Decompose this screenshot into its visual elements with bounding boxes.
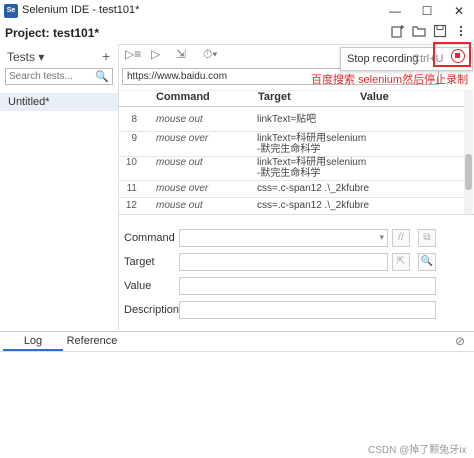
column-header-command: Command xyxy=(156,91,210,103)
maximize-button[interactable]: ☐ xyxy=(412,0,442,22)
window-title: Selenium IDE - test101* xyxy=(22,4,140,16)
stop-icon xyxy=(455,53,460,58)
selenium-app-icon: Se xyxy=(4,4,18,18)
row-target: css=.c-span12 .\_2kfubre xyxy=(257,183,370,194)
search-icon: 🔍 xyxy=(95,71,109,83)
row-command: mouse over xyxy=(156,183,209,194)
row-number: 8 xyxy=(131,114,137,125)
value-field[interactable] xyxy=(179,277,436,295)
tests-panel xyxy=(0,44,119,330)
search-tests-input[interactable] xyxy=(9,70,94,83)
clear-log-icon[interactable]: ⊘ xyxy=(455,334,465,348)
test-speed-icon[interactable]: ⏱▾ xyxy=(203,47,217,63)
new-project-icon[interactable] xyxy=(389,24,407,42)
close-button[interactable]: ✕ xyxy=(444,0,474,22)
row-number: 12 xyxy=(125,200,137,211)
tab-reference[interactable]: Reference xyxy=(66,332,118,351)
open-reference-button[interactable]: ⧉ xyxy=(418,229,436,247)
row-number: 9 xyxy=(131,133,137,144)
editor-divider[interactable] xyxy=(118,214,474,215)
comment-button[interactable]: // xyxy=(392,229,410,247)
row-number: 11 xyxy=(126,183,137,194)
row-number: 10 xyxy=(125,157,137,168)
command-label: Command xyxy=(124,232,175,244)
column-header-target: Target xyxy=(258,91,291,103)
find-target-button[interactable]: 🔍 xyxy=(418,253,436,271)
chevron-down-icon: ▾ xyxy=(379,232,384,242)
target-field[interactable] xyxy=(179,253,388,271)
column-header-value: Value xyxy=(360,91,389,103)
row-command: mouse over xyxy=(156,133,209,144)
table-scrollbar-track[interactable] xyxy=(464,90,473,214)
value-label: Value xyxy=(124,280,152,292)
row-target: linkText=贴吧 xyxy=(257,114,317,125)
row-target: css=.c-span12 .\_2kfubre xyxy=(257,200,370,211)
search-box: 🔍 xyxy=(5,68,113,85)
minimize-button[interactable]: — xyxy=(380,0,410,22)
run-all-tests-icon[interactable]: ▷≡ xyxy=(125,47,141,63)
target-label: Target xyxy=(124,256,155,268)
open-project-icon[interactable] xyxy=(410,24,428,42)
stop-recording-button[interactable] xyxy=(451,49,465,63)
description-field[interactable] xyxy=(179,301,436,319)
more-options-icon[interactable] xyxy=(452,24,470,42)
watermark: CSDN @掉了颗兔牙ix xyxy=(368,445,467,456)
stop-recording-label: Stop recording xyxy=(347,53,419,65)
table-scrollbar-thumb[interactable] xyxy=(465,154,472,190)
command-field[interactable]: ▾ xyxy=(179,229,388,247)
row-target: linkText=科研用selenium -默完生命科学 xyxy=(257,157,367,179)
row-target: linkText=科研用selenium -默完生命科学 xyxy=(257,133,367,155)
row-command: mouse out xyxy=(156,200,203,211)
add-test-button[interactable]: + xyxy=(102,48,110,64)
description-label: Description xyxy=(124,304,180,316)
project-name[interactable]: Project: test101* xyxy=(5,26,99,40)
step-over-icon[interactable]: ⇲ xyxy=(176,47,186,63)
tab-log[interactable]: Log xyxy=(3,332,63,351)
tests-dropdown[interactable]: Tests ▾ xyxy=(7,50,44,64)
annotation-text: 百度搜索 selenium然后停止录制 xyxy=(311,74,469,86)
table-row[interactable]: 12 mouse out css=.c-span12 .\_2kfubre xyxy=(118,197,464,215)
table-row[interactable]: 11 mouse over css=.c-span12 .\_2kfubre xyxy=(118,180,464,198)
select-target-button[interactable]: ⇱ xyxy=(392,253,410,271)
row-command: mouse out xyxy=(156,157,203,168)
test-item-label: Untitled* xyxy=(8,96,50,108)
table-row[interactable]: 9 mouse over linkText=科研用selenium -默完生命科… xyxy=(118,131,464,157)
run-current-test-icon[interactable]: ▷ xyxy=(151,47,160,63)
row-command: mouse out xyxy=(156,114,203,125)
save-project-icon[interactable] xyxy=(431,24,449,42)
test-list-item[interactable]: Untitled* xyxy=(0,93,118,111)
table-row[interactable]: 10 mouse out linkText=科研用selenium -默完生命科… xyxy=(118,156,464,181)
table-row[interactable]: 8 mouse out linkText=贴吧 xyxy=(118,108,464,132)
